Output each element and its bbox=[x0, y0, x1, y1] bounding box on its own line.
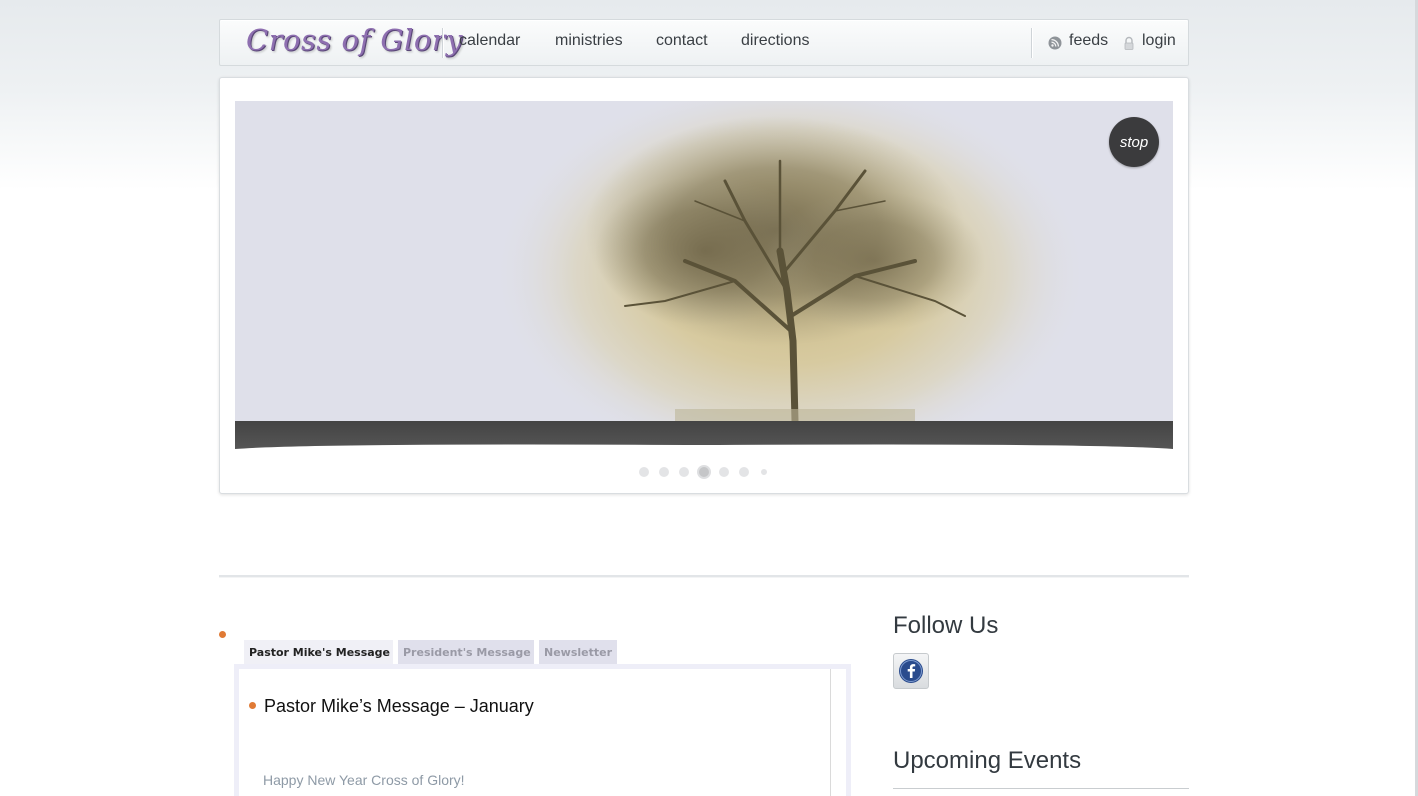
facebook-button[interactable] bbox=[893, 653, 929, 689]
list-bullet bbox=[249, 702, 256, 709]
header-divider bbox=[442, 28, 444, 58]
facebook-icon bbox=[899, 659, 923, 683]
slider-dot[interactable] bbox=[761, 469, 767, 475]
nav-link-contact[interactable]: contact bbox=[656, 32, 708, 50]
slider-dot[interactable] bbox=[719, 467, 729, 477]
hero-slider: stop bbox=[219, 77, 1189, 494]
tab-pastor-message[interactable]: Pastor Mike's Message bbox=[244, 640, 393, 664]
slide-shadow bbox=[235, 421, 1173, 449]
tab-newsletter[interactable]: Newsletter bbox=[539, 640, 617, 664]
nav-link-calendar[interactable]: calendar bbox=[459, 32, 520, 50]
events-divider bbox=[893, 788, 1189, 789]
section-divider bbox=[219, 575, 1189, 578]
slider-dot[interactable] bbox=[679, 467, 689, 477]
slider-pagination bbox=[220, 465, 1188, 479]
follow-us-heading: Follow Us bbox=[893, 612, 999, 639]
lock-icon bbox=[1124, 36, 1134, 50]
upcoming-events-heading: Upcoming Events bbox=[893, 747, 1082, 774]
slider-dot[interactable] bbox=[659, 467, 669, 477]
slide-image[interactable]: stop bbox=[235, 101, 1173, 421]
site-header: Cross of Glory calendar ministries conta… bbox=[219, 19, 1189, 66]
tab-president-message[interactable]: President's Message bbox=[398, 640, 534, 664]
feeds-link[interactable]: feeds bbox=[1069, 32, 1108, 50]
slider-dot[interactable] bbox=[639, 467, 649, 477]
nav-link-directions[interactable]: directions bbox=[741, 32, 809, 50]
slider-dot-active[interactable] bbox=[697, 465, 711, 479]
tree-illustration bbox=[490, 101, 1090, 421]
slider-dot[interactable] bbox=[739, 467, 749, 477]
login-link[interactable]: login bbox=[1142, 32, 1176, 50]
panel-scroll-edge bbox=[830, 669, 831, 796]
header-divider bbox=[1031, 28, 1033, 58]
slider-stop-button[interactable]: stop bbox=[1109, 117, 1159, 167]
post-title[interactable]: Pastor Mike’s Message – January bbox=[264, 696, 534, 717]
nav-link-ministries[interactable]: ministries bbox=[555, 32, 623, 50]
rss-feed-icon bbox=[1048, 36, 1062, 50]
site-logo[interactable]: Cross of Glory bbox=[246, 23, 463, 57]
list-bullet bbox=[219, 631, 226, 638]
post-excerpt: Happy New Year Cross of Glory! bbox=[263, 772, 465, 788]
